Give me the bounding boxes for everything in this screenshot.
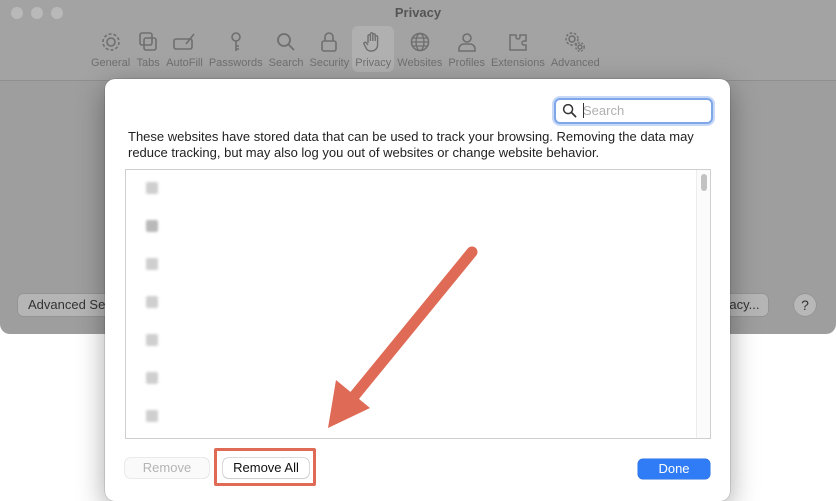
- puzzle-icon: [509, 34, 527, 51]
- favicon: [146, 372, 158, 384]
- scrollbar-thumb[interactable]: [701, 174, 707, 191]
- lock-icon: [321, 32, 338, 52]
- list-item[interactable]: [142, 287, 682, 323]
- tab-profiles[interactable]: Profiles: [445, 26, 488, 72]
- tab-passwords[interactable]: Passwords: [206, 26, 266, 72]
- tab-label: Tabs: [136, 57, 160, 69]
- magnifier-icon: [562, 103, 577, 118]
- tab-tabs[interactable]: Tabs: [133, 26, 163, 72]
- tab-label: Profiles: [448, 57, 486, 69]
- preferences-toolbar: General Tabs AutoFill Passwords Search S…: [88, 26, 603, 74]
- favicon: [146, 296, 158, 308]
- done-button[interactable]: Done: [638, 459, 710, 479]
- gear-icon: [101, 33, 120, 51]
- tab-label: Search: [268, 57, 304, 69]
- tab-general[interactable]: General: [88, 26, 133, 72]
- list-item[interactable]: [142, 173, 682, 209]
- tab-label: Passwords: [208, 57, 263, 69]
- advanced-settings-button[interactable]: Advanced Se: [18, 294, 116, 316]
- autofill-icon: [173, 33, 196, 50]
- hand-icon: [363, 32, 379, 52]
- tab-label: General: [91, 57, 131, 69]
- favicon: [146, 220, 158, 232]
- remove-button[interactable]: Remove: [125, 458, 209, 478]
- manage-website-data-sheet: These websites have stored data that can…: [105, 79, 730, 501]
- tab-label: Security: [309, 57, 350, 69]
- tab-autofill[interactable]: AutoFill: [163, 26, 206, 72]
- list-item[interactable]: [142, 211, 682, 247]
- favicon: [146, 410, 158, 422]
- search-field[interactable]: [554, 98, 713, 124]
- tab-label: Websites: [397, 57, 443, 69]
- tab-label: Advanced: [550, 57, 600, 69]
- tab-privacy[interactable]: Privacy: [352, 26, 395, 72]
- person-icon: [457, 33, 476, 52]
- description-text: These websites have stored data that can…: [128, 129, 694, 160]
- tab-extensions[interactable]: Extensions: [488, 26, 548, 72]
- tab-websites[interactable]: Websites: [394, 26, 445, 72]
- favicon: [146, 334, 158, 346]
- tab-search[interactable]: Search: [266, 26, 307, 72]
- tab-label: Extensions: [491, 57, 545, 69]
- tab-label: AutoFill: [166, 57, 203, 69]
- scrollbar[interactable]: [696, 170, 710, 438]
- window-title: Privacy: [394, 5, 442, 20]
- tabs-icon: [139, 32, 157, 51]
- list-item[interactable]: [142, 325, 682, 361]
- highlight-box: [214, 448, 316, 486]
- favicon: [146, 258, 158, 270]
- search-icon: [277, 33, 295, 51]
- help-button[interactable]: ?: [794, 294, 816, 316]
- list-item[interactable]: [142, 363, 682, 399]
- text-cursor: [583, 103, 584, 118]
- favicon: [146, 182, 158, 194]
- tab-advanced[interactable]: Advanced: [548, 26, 603, 72]
- list-item[interactable]: [142, 249, 682, 285]
- gears-icon: [565, 32, 586, 52]
- list-item[interactable]: [142, 401, 682, 437]
- titlebar: Privacy General Tabs AutoFill Passwords …: [0, 0, 836, 81]
- key-icon: [230, 32, 241, 51]
- tab-label: Privacy: [355, 57, 392, 69]
- globe-icon: [410, 32, 430, 52]
- website-data-list[interactable]: [125, 169, 711, 439]
- tab-security[interactable]: Security: [306, 26, 352, 72]
- search-input[interactable]: [583, 102, 703, 119]
